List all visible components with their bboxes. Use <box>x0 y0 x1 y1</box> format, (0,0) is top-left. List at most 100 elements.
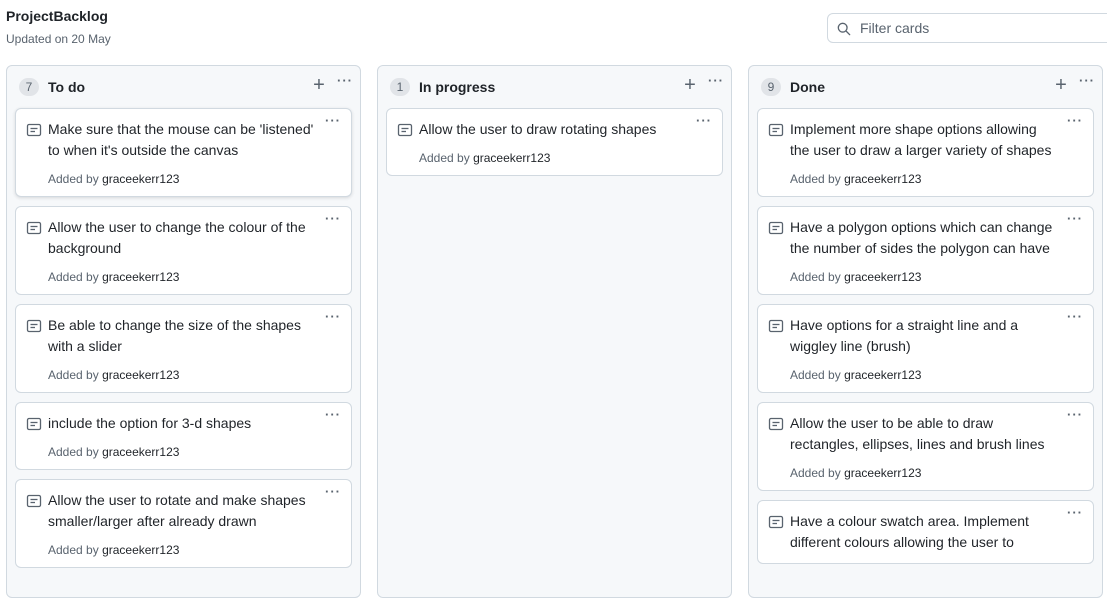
card[interactable]: Be able to change the size of the shapes… <box>15 304 352 393</box>
card-list: Implement more shape options allowing th… <box>757 108 1094 573</box>
project-header: ProjectBacklog Updated on 20 May <box>6 8 111 46</box>
card-author-link[interactable]: graceekerr123 <box>473 151 550 165</box>
note-icon <box>26 122 42 143</box>
card-meta: Added by graceekerr123 <box>48 543 315 557</box>
card-title[interactable]: Have options for a straight line and a w… <box>790 315 1057 357</box>
column-card-count: 7 <box>19 78 39 96</box>
filter-cards-input[interactable] <box>860 19 1100 37</box>
column-header: 1 In progress + ··· <box>378 66 731 108</box>
card-title[interactable]: Be able to change the size of the shapes… <box>48 315 315 357</box>
card[interactable]: include the option for 3-d shapes Added b… <box>15 402 352 470</box>
card-meta: Added by graceekerr123 <box>48 270 315 284</box>
card-author-link[interactable]: graceekerr123 <box>102 172 179 186</box>
card[interactable]: Have options for a straight line and a w… <box>757 304 1094 393</box>
card-author-link[interactable]: graceekerr123 <box>844 172 921 186</box>
card-meta: Added by graceekerr123 <box>48 445 315 459</box>
card-title[interactable]: Have a colour swatch area. Implement dif… <box>790 511 1057 553</box>
card-title[interactable]: Implement more shape options allowing th… <box>790 119 1057 161</box>
card-menu-button[interactable]: ··· <box>1063 114 1087 131</box>
card-meta: Added by graceekerr123 <box>790 172 1057 186</box>
card-title[interactable]: Allow the user to change the colour of t… <box>48 217 315 259</box>
card[interactable]: Implement more shape options allowing th… <box>757 108 1094 197</box>
card[interactable]: Have a polygon options which can change … <box>757 206 1094 295</box>
column-header: 7 To do + ··· <box>7 66 360 108</box>
card-meta: Added by graceekerr123 <box>790 466 1057 480</box>
note-icon <box>397 122 413 143</box>
card-author-link[interactable]: graceekerr123 <box>102 445 179 459</box>
add-card-button[interactable]: + <box>1052 75 1070 96</box>
column-menu-button[interactable]: ··· <box>1076 74 1098 92</box>
card-meta: Added by graceekerr123 <box>48 172 315 186</box>
added-by-label: Added by <box>790 172 841 186</box>
added-by-label: Added by <box>48 172 99 186</box>
card-title[interactable]: Have a polygon options which can change … <box>790 217 1057 259</box>
card[interactable]: Allow the user to draw rotating shapes Ad… <box>386 108 723 176</box>
column-in-progress: 1 In progress + ··· Allow the user to dr… <box>377 65 732 598</box>
card-menu-button[interactable]: ··· <box>321 114 345 131</box>
note-icon <box>768 122 784 143</box>
note-icon <box>768 514 784 535</box>
added-by-label: Added by <box>48 543 99 557</box>
column-header: 9 Done + ··· <box>749 66 1102 108</box>
card-menu-button[interactable]: ··· <box>692 114 716 131</box>
card-author-link[interactable]: graceekerr123 <box>102 368 179 382</box>
card-author-link[interactable]: graceekerr123 <box>844 368 921 382</box>
card-title[interactable]: include the option for 3-d shapes <box>48 413 315 434</box>
added-by-label: Added by <box>48 445 99 459</box>
card-author-link[interactable]: graceekerr123 <box>102 543 179 557</box>
column-menu-button[interactable]: ··· <box>334 74 356 92</box>
note-icon <box>768 416 784 437</box>
note-icon <box>768 318 784 339</box>
card-menu-button[interactable]: ··· <box>1063 506 1087 523</box>
add-card-button[interactable]: + <box>681 75 699 96</box>
card-meta: Added by graceekerr123 <box>419 151 686 165</box>
filter-cards-field[interactable] <box>827 13 1107 43</box>
card-menu-button[interactable]: ··· <box>321 485 345 502</box>
card-menu-button[interactable]: ··· <box>1063 408 1087 425</box>
card-menu-button[interactable]: ··· <box>321 310 345 327</box>
card-meta: Added by graceekerr123 <box>790 368 1057 382</box>
added-by-label: Added by <box>48 270 99 284</box>
note-icon <box>768 220 784 241</box>
card[interactable]: Make sure that the mouse can be 'listene… <box>15 108 352 197</box>
note-icon <box>26 220 42 241</box>
added-by-label: Added by <box>790 466 841 480</box>
note-icon <box>26 416 42 437</box>
card-menu-button[interactable]: ··· <box>1063 310 1087 327</box>
column-done: 9 Done + ··· Implement more shape option… <box>748 65 1103 598</box>
card-menu-button[interactable]: ··· <box>321 212 345 229</box>
card-menu-button[interactable]: ··· <box>321 408 345 425</box>
search-icon <box>837 22 851 36</box>
card-title[interactable]: Allow the user to be able to draw rectan… <box>790 413 1057 455</box>
column-name: Done <box>790 79 825 95</box>
card-title[interactable]: Allow the user to draw rotating shapes <box>419 119 686 140</box>
note-icon <box>26 318 42 339</box>
column-card-count: 1 <box>390 78 410 96</box>
project-title[interactable]: ProjectBacklog <box>6 8 111 24</box>
column-menu-button[interactable]: ··· <box>705 74 727 92</box>
added-by-label: Added by <box>790 368 841 382</box>
card-meta: Added by graceekerr123 <box>790 270 1057 284</box>
card-author-link[interactable]: graceekerr123 <box>844 270 921 284</box>
card[interactable]: Allow the user to be able to draw rectan… <box>757 402 1094 491</box>
card-title[interactable]: Make sure that the mouse can be 'listene… <box>48 119 315 161</box>
card-meta: Added by graceekerr123 <box>48 368 315 382</box>
card-list: Allow the user to draw rotating shapes Ad… <box>386 108 723 185</box>
card-menu-button[interactable]: ··· <box>1063 212 1087 229</box>
added-by-label: Added by <box>790 270 841 284</box>
note-icon <box>26 493 42 514</box>
card-list: Make sure that the mouse can be 'listene… <box>15 108 352 577</box>
card[interactable]: Allow the user to change the colour of t… <box>15 206 352 295</box>
added-by-label: Added by <box>48 368 99 382</box>
card[interactable]: Have a colour swatch area. Implement dif… <box>757 500 1094 564</box>
card-author-link[interactable]: graceekerr123 <box>844 466 921 480</box>
card-title[interactable]: Allow the user to rotate and make shapes… <box>48 490 315 532</box>
card-author-link[interactable]: graceekerr123 <box>102 270 179 284</box>
column-card-count: 9 <box>761 78 781 96</box>
card[interactable]: Allow the user to rotate and make shapes… <box>15 479 352 568</box>
column-name: To do <box>48 79 86 95</box>
column-to-do: 7 To do + ··· Make sure that the mouse c… <box>6 65 361 598</box>
add-card-button[interactable]: + <box>310 75 328 96</box>
added-by-label: Added by <box>419 151 470 165</box>
updated-date: Updated on 20 May <box>6 32 111 46</box>
